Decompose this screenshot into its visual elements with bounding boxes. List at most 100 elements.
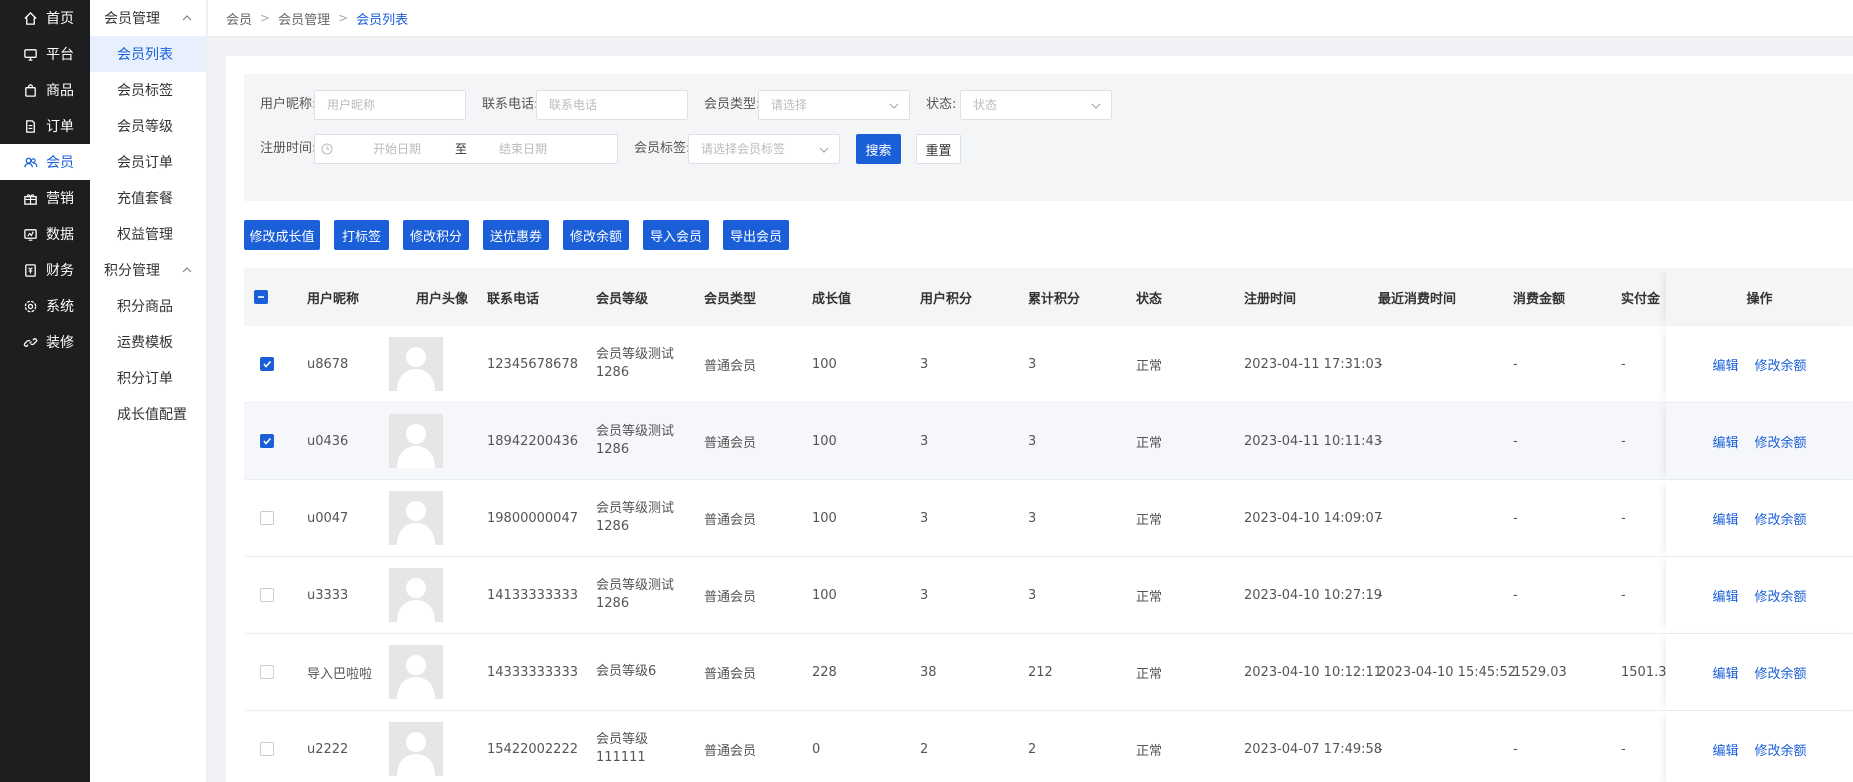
col-header-level: 会员等级 — [596, 291, 649, 307]
table-row: u2222 15422002222 会员等级111111 普通会员 0 2 2 正常 2023-… — [244, 711, 1853, 782]
cell-growth: 228 — [812, 664, 837, 680]
nav-item-bag[interactable]: 商品 — [0, 72, 90, 108]
nav-item-label: 订单 — [46, 119, 74, 135]
subnav-item[interactable]: 积分订单 — [90, 360, 206, 396]
subnav-group-points[interactable]: 积分管理 — [90, 252, 206, 288]
nav-item-document[interactable]: 订单 — [0, 108, 90, 144]
search-button[interactable]: 搜索 — [856, 134, 901, 164]
nav-item-home[interactable]: 首页 — [0, 0, 90, 36]
filter-panel: 用户昵称: 用户昵称 联系电话: 联系电话 会员类型: 请选择 状态: 状态 注… — [244, 74, 1853, 201]
nav-item-users[interactable]: 会员 — [0, 144, 90, 180]
status-select[interactable]: 状态 — [960, 90, 1112, 120]
cell-total-points: 3 — [1028, 587, 1037, 603]
subnav-group-title: 会员管理 — [104, 11, 160, 27]
member-type-select[interactable]: 请选择 — [758, 90, 910, 120]
subnav-group-title: 积分管理 — [104, 263, 160, 279]
cell-level: 会员等级测试1286 — [596, 501, 675, 534]
nav-item-chart[interactable]: 数据 — [0, 216, 90, 252]
row-checkbox[interactable] — [260, 511, 274, 525]
edit-growth-button[interactable]: 修改成长值 — [244, 220, 320, 250]
main-content: 用户昵称: 用户昵称 联系电话: 联系电话 会员类型: 请选择 状态: 状态 注… — [226, 56, 1853, 782]
cell-growth: 100 — [812, 587, 837, 603]
edit-link[interactable]: 编辑 — [1712, 432, 1738, 451]
edit-points-button[interactable]: 修改积分 — [403, 220, 469, 250]
nav-item-label: 财务 — [46, 263, 74, 279]
cell-paid: 1501.3 — [1621, 664, 1667, 680]
send-coupon-button[interactable]: 送优惠券 — [483, 220, 549, 250]
cell-last-time: - — [1378, 433, 1383, 449]
subnav-item[interactable]: 充值套餐 — [90, 180, 206, 216]
member-table: 用户昵称 用户头像 联系电话 会员等级 会员类型 成长值 用户积分 累计积分 状… — [244, 268, 1853, 782]
subnav-item[interactable]: 积分商品 — [90, 288, 206, 324]
ops-cell: 编辑 修改余额 — [1666, 480, 1853, 556]
subnav-item[interactable]: 会员标签 — [90, 72, 206, 108]
nickname-input[interactable]: 用户昵称 — [314, 90, 466, 120]
link-icon — [22, 334, 38, 350]
edit-balance-link[interactable]: 修改余额 — [1755, 509, 1807, 528]
export-members-button[interactable]: 导出会员 — [723, 220, 789, 250]
nickname-label: 用户昵称: — [260, 97, 317, 112]
breadcrumb: 会员 > 会员管理 > 会员列表 — [208, 0, 1853, 37]
edit-link[interactable]: 编辑 — [1712, 586, 1738, 605]
cell-spend: - — [1513, 587, 1518, 603]
edit-link[interactable]: 编辑 — [1712, 509, 1738, 528]
cell-growth: 100 — [812, 433, 837, 449]
nav-item-finance[interactable]: 财务 — [0, 252, 90, 288]
subnav-item[interactable]: 运费模板 — [90, 324, 206, 360]
edit-balance-button[interactable]: 修改余额 — [563, 220, 629, 250]
reset-button[interactable]: 重置 — [916, 134, 961, 164]
edit-balance-link[interactable]: 修改余额 — [1755, 740, 1807, 759]
avatar — [389, 568, 443, 622]
reg-time-range[interactable]: 开始日期 至 结束日期 — [314, 134, 618, 164]
select-all-checkbox[interactable] — [254, 290, 268, 304]
cell-points: 38 — [920, 664, 937, 680]
nav-item-gift[interactable]: 营销 — [0, 180, 90, 216]
row-checkbox[interactable] — [260, 588, 274, 602]
ops-cell: 编辑 修改余额 — [1666, 403, 1853, 479]
edit-balance-link[interactable]: 修改余额 — [1755, 586, 1807, 605]
col-header-avatar: 用户头像 — [416, 291, 469, 307]
member-tag-select[interactable]: 请选择会员标签 — [688, 134, 840, 164]
cell-last-time: - — [1378, 510, 1383, 526]
row-checkbox[interactable] — [260, 357, 274, 371]
ops-cell: 编辑 修改余额 — [1666, 326, 1853, 402]
nav-item-gear[interactable]: 系统 — [0, 288, 90, 324]
col-header-spend: 消费金额 — [1513, 291, 1566, 307]
phone-input[interactable]: 联系电话 — [536, 90, 688, 120]
breadcrumb-item[interactable]: 会员 — [226, 9, 252, 28]
cell-status: 正常 — [1136, 589, 1163, 605]
document-icon — [22, 118, 38, 134]
nav-item-monitor[interactable]: 平台 — [0, 36, 90, 72]
subnav-item[interactable]: 权益管理 — [90, 216, 206, 252]
edit-link[interactable]: 编辑 — [1712, 663, 1738, 682]
range-separator: 至 — [455, 142, 468, 156]
row-checkbox[interactable] — [260, 434, 274, 448]
breadcrumb-item[interactable]: 会员管理 — [278, 9, 330, 28]
subnav-item[interactable]: 成长值配置 — [90, 396, 206, 432]
subnav-group-member[interactable]: 会员管理 — [90, 0, 206, 36]
edit-balance-link[interactable]: 修改余额 — [1755, 432, 1807, 451]
gear-icon — [22, 298, 38, 314]
subnav-item[interactable]: 会员等级 — [90, 108, 206, 144]
member-type-label: 会员类型: — [704, 97, 761, 112]
ops-links: 编辑 修改余额 — [1666, 326, 1853, 402]
tag-button[interactable]: 打标签 — [334, 220, 389, 250]
row-checkbox[interactable] — [260, 665, 274, 679]
status-placeholder: 状态 — [973, 98, 998, 112]
cell-growth: 100 — [812, 356, 837, 372]
reg-time-label: 注册时间: — [260, 141, 317, 156]
nav-item-link[interactable]: 装修 — [0, 324, 90, 360]
select-all-cell — [254, 268, 268, 326]
edit-link[interactable]: 编辑 — [1712, 740, 1738, 759]
cell-paid: - — [1621, 741, 1626, 757]
edit-balance-link[interactable]: 修改余额 — [1755, 663, 1807, 682]
cell-type: 普通会员 — [704, 358, 757, 374]
edit-link[interactable]: 编辑 — [1712, 355, 1738, 374]
subnav-item[interactable]: 会员列表 — [90, 36, 206, 72]
row-checkbox[interactable] — [260, 742, 274, 756]
import-members-button[interactable]: 导入会员 — [643, 220, 709, 250]
cell-paid: - — [1621, 433, 1626, 449]
table-row: u0047 19800000047 会员等级测试1286 普通会员 100 3 3 正常 202… — [244, 480, 1853, 557]
edit-balance-link[interactable]: 修改余额 — [1755, 355, 1807, 374]
subnav-item[interactable]: 会员订单 — [90, 144, 206, 180]
